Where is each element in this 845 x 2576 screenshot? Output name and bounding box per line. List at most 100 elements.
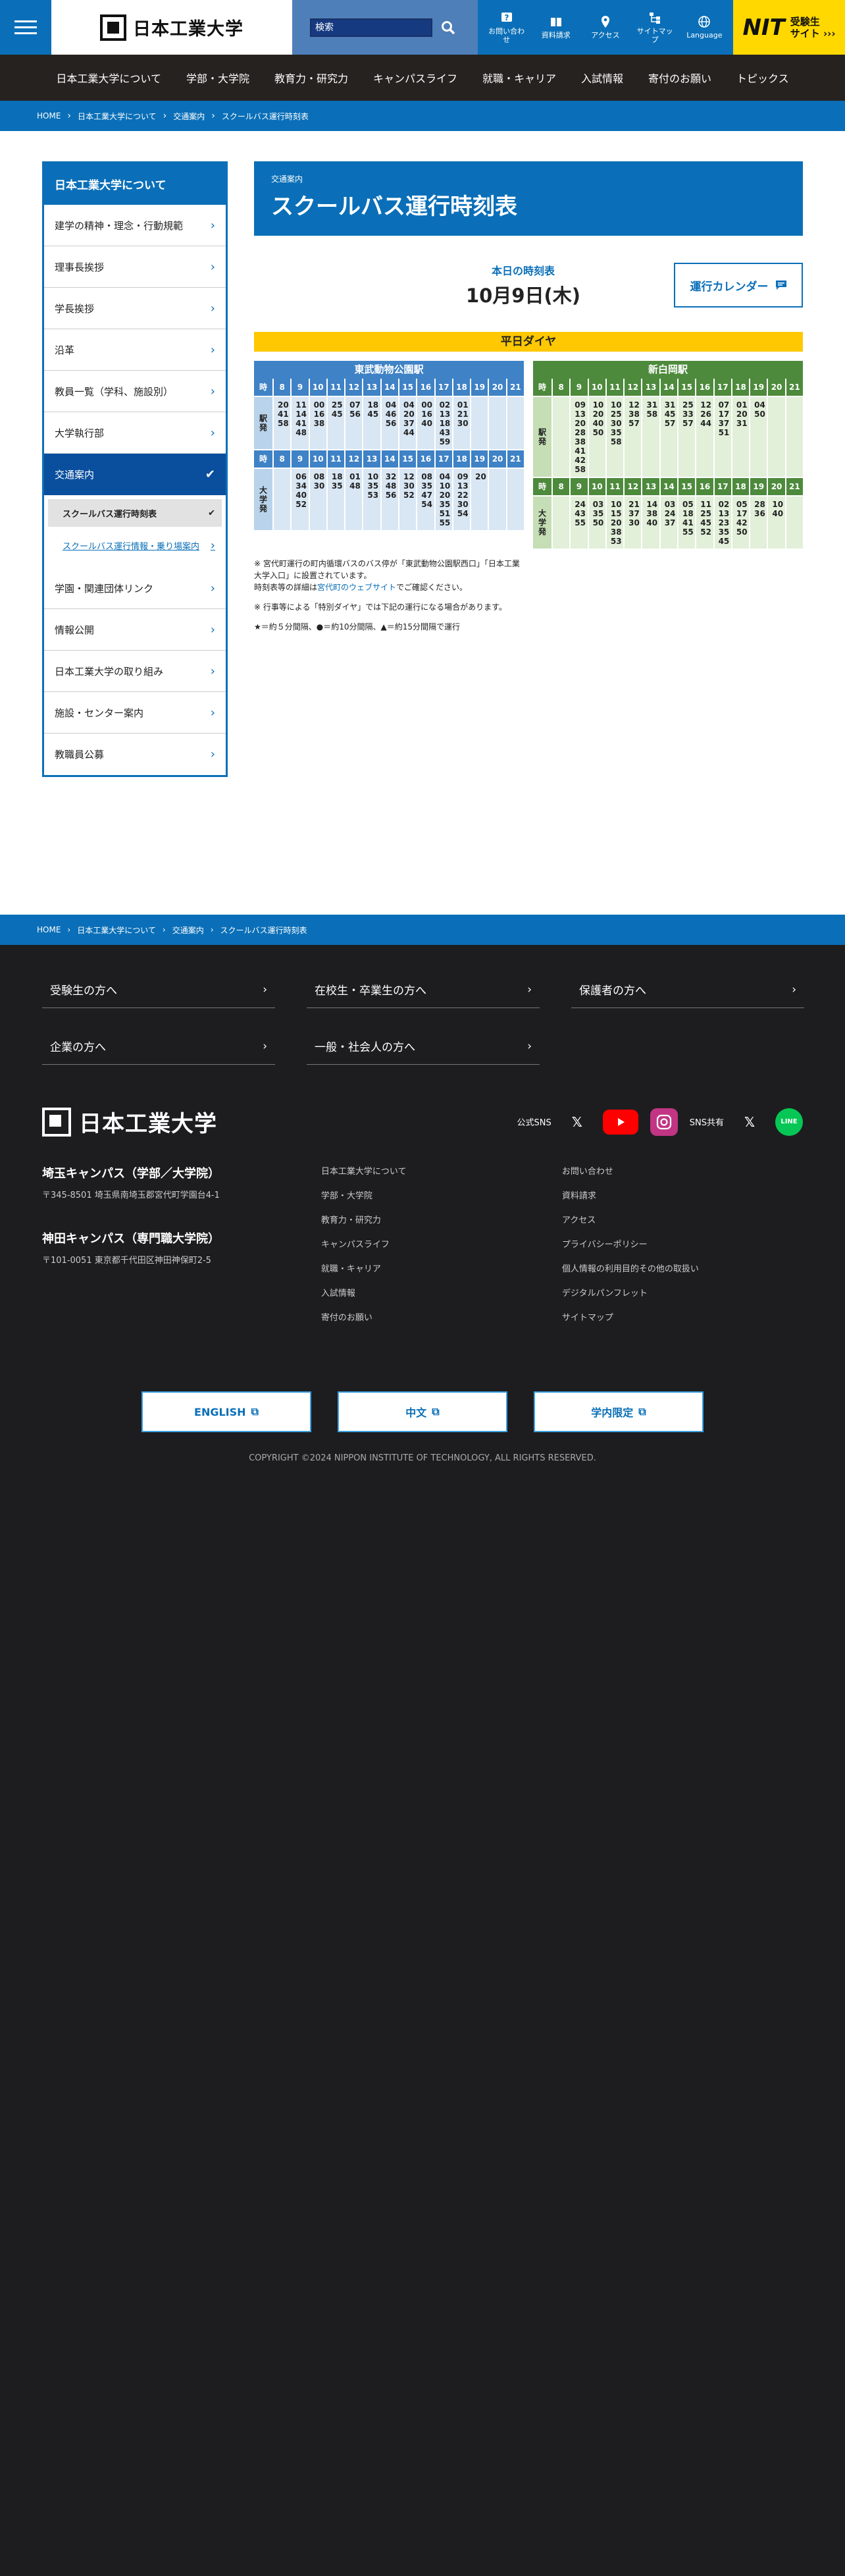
departure-cell: 01 21 30	[453, 397, 471, 449]
footer-nav-link[interactable]: キャンパスライフ	[321, 1237, 562, 1250]
breadcrumb-about[interactable]: 日本工業大学について	[78, 111, 157, 122]
footer-link-parents[interactable]: 保護者の方へ ›	[571, 971, 804, 1008]
hour-header: 14	[660, 478, 677, 495]
sidebar-item-faculty-list[interactable]: 教員一覧（学科、施設別） ›	[44, 371, 226, 412]
footer-nav-link[interactable]: 入試情報	[321, 1286, 562, 1299]
departure-cell: 06 34 40 52	[292, 469, 309, 530]
footer-nav-link[interactable]: 就職・キャリア	[321, 1262, 562, 1274]
youtube-icon[interactable]	[602, 1109, 638, 1135]
departure-cell: 08 30	[309, 469, 326, 530]
footer-nav-link[interactable]: 寄付のお願い	[321, 1310, 562, 1323]
breadcrumb-home[interactable]: HOME	[37, 111, 61, 121]
gnav-career[interactable]: 就職・キャリア	[470, 70, 569, 86]
breadcrumb-access[interactable]: 交通案内	[172, 925, 204, 936]
map-pin-icon	[601, 16, 609, 28]
chevron-right-icon: ›	[210, 581, 215, 595]
x-share-icon[interactable]: 𝕏	[736, 1108, 763, 1136]
sidebar-item-label: 教職員公募	[55, 749, 105, 761]
footer-nav-link[interactable]: 教育力・研究力	[321, 1213, 562, 1225]
footer-nav-link[interactable]: 学部・大学院	[321, 1189, 562, 1201]
gnav-campus-life[interactable]: キャンパスライフ	[361, 70, 470, 86]
search-button[interactable]	[436, 16, 460, 40]
sitemap-link[interactable]: サイトマップ	[634, 11, 675, 44]
sidebar-item-chairman[interactable]: 理事長挨拶 ›	[44, 246, 226, 288]
instagram-icon[interactable]	[650, 1108, 678, 1136]
hour-header: 20	[489, 379, 506, 396]
departure-cell	[553, 397, 570, 477]
hour-header: 16	[417, 379, 434, 396]
language-link[interactable]: Language	[684, 15, 725, 40]
breadcrumb: HOME › 日本工業大学について › 交通案内 › スクールバス運行時刻表	[0, 101, 845, 131]
sidebar-item-executives[interactable]: 大学執行部 ›	[44, 412, 226, 454]
x-icon[interactable]: 𝕏	[563, 1108, 591, 1136]
sidebar-item-label: 学園・関連団体リンク	[55, 582, 154, 595]
line-share-icon[interactable]: LINE	[775, 1108, 803, 1136]
departure-cell	[489, 397, 506, 449]
request-docs-link[interactable]: 資料請求	[536, 15, 576, 40]
sidebar-title[interactable]: 日本工業大学について	[44, 163, 226, 205]
applicant-site-link[interactable]: NIT 受験生 サイト ›››	[733, 0, 845, 55]
footer-brand-row: 日本工業大学 公式SNS 𝕏 SNS共有 𝕏 LINE	[42, 1106, 803, 1138]
gnav-about[interactable]: 日本工業大学について	[43, 70, 174, 86]
breadcrumb-home[interactable]: HOME	[37, 925, 61, 934]
sidebar-item-president[interactable]: 学長挨拶 ›	[44, 288, 226, 329]
sidebar-subitem-bus-timetable[interactable]: スクールバス運行時刻表 ✔	[48, 499, 222, 527]
footer-nav-link[interactable]: デジタルパンフレット	[562, 1286, 803, 1299]
sidebar-item-facilities[interactable]: 施設・センター案内 ›	[44, 692, 226, 734]
footer-nav-link[interactable]: アクセス	[562, 1213, 803, 1225]
footer-nav-link[interactable]: お問い合わせ	[562, 1164, 803, 1177]
calendar-button[interactable]: 運行カレンダー	[674, 263, 803, 308]
departure-cell	[471, 397, 488, 449]
sidebar-subitem-bus-info[interactable]: スクールバス運行情報・乗り場案内 ›	[48, 527, 222, 564]
hour-header: 9	[292, 450, 309, 468]
departure-cell: 02 13 23 35 45	[714, 496, 731, 549]
site-logo[interactable]: 日本工業大学	[51, 0, 292, 55]
gnav-donation[interactable]: 寄付のお願い	[636, 70, 724, 86]
footer-nav-link[interactable]: サイトマップ	[562, 1310, 803, 1323]
menu-button[interactable]	[0, 0, 51, 55]
hour-header: 17	[435, 379, 452, 396]
sidebar-item-related-links[interactable]: 学園・関連団体リンク ›	[44, 568, 226, 609]
hour-header: 9	[292, 379, 309, 396]
timetable-grid: 時 8 9 10 11 12 13 14 15 16 17 18 19 20 21 駅発 20 41 58 11 …	[254, 379, 524, 449]
gnav-education[interactable]: 教育力・研究力	[262, 70, 361, 86]
global-nav: 日本工業大学について 学部・大学院 教育力・研究力 キャンパスライフ 就職・キャ…	[0, 55, 845, 101]
footer-link-companies[interactable]: 企業の方へ ›	[42, 1028, 275, 1065]
sidebar-item-disclosure[interactable]: 情報公開 ›	[44, 609, 226, 651]
chinese-button[interactable]: 中文 ⧉	[338, 1391, 507, 1432]
access-link[interactable]: アクセス	[585, 15, 626, 40]
footer-link-students[interactable]: 在校生・卒業生の方へ ›	[307, 971, 540, 1008]
sidebar-item-access[interactable]: 交通案内 ✔	[44, 454, 226, 495]
contact-link[interactable]: ? お問い合わせ	[486, 11, 527, 44]
globe-icon	[698, 16, 711, 28]
hour-header: 11	[606, 379, 624, 396]
intranet-button[interactable]: 学内限定 ⧉	[534, 1391, 704, 1432]
hour-header: 19	[750, 379, 767, 396]
gnav-faculty[interactable]: 学部・大学院	[174, 70, 262, 86]
footer-nav-link[interactable]: 資料請求	[562, 1189, 803, 1201]
footer-logo[interactable]: 日本工業大学	[42, 1106, 217, 1138]
gnav-admission[interactable]: 入試情報	[569, 70, 636, 86]
english-button[interactable]: ENGLISH ⧉	[141, 1391, 311, 1432]
hour-header: 17	[714, 379, 731, 396]
footer-nav-link[interactable]: 日本工業大学について	[321, 1164, 562, 1177]
hour-header: 20	[489, 450, 506, 468]
sidebar-item-recruitment[interactable]: 教職員公募 ›	[44, 734, 226, 775]
sidebar-item-initiatives[interactable]: 日本工業大学の取り組み ›	[44, 651, 226, 692]
footer-nav-link[interactable]: プライバシーポリシー	[562, 1237, 803, 1250]
breadcrumb-sep-icon: ›	[163, 111, 167, 121]
sidebar-item-history[interactable]: 沿革 ›	[44, 329, 226, 371]
gnav-topics[interactable]: トピックス	[724, 70, 802, 86]
footer-link-public[interactable]: 一般・社会人の方へ ›	[307, 1028, 540, 1065]
search-input[interactable]	[310, 18, 432, 37]
departure-cell: 18 45	[363, 397, 380, 449]
sidebar-item-label: 理事長挨拶	[55, 261, 105, 273]
footer-nav-link[interactable]: 個人情報の利用目的その他の取扱い	[562, 1262, 803, 1274]
footer-link-applicants[interactable]: 受験生の方へ ›	[42, 971, 275, 1008]
breadcrumb-about[interactable]: 日本工業大学について	[77, 925, 156, 936]
request-docs-label: 資料請求	[541, 31, 571, 40]
timetable-grid: 時 8 9 10 11 12 13 14 15 16 17 18 19 20 21 大学発 24 43 55 03…	[533, 478, 803, 549]
breadcrumb-access[interactable]: 交通案内	[173, 111, 205, 122]
sidebar-item-philosophy[interactable]: 建学の精神・理念・行動規範 ›	[44, 205, 226, 246]
miyashiro-website-link[interactable]: 宮代町のウェブサイト	[317, 583, 396, 592]
